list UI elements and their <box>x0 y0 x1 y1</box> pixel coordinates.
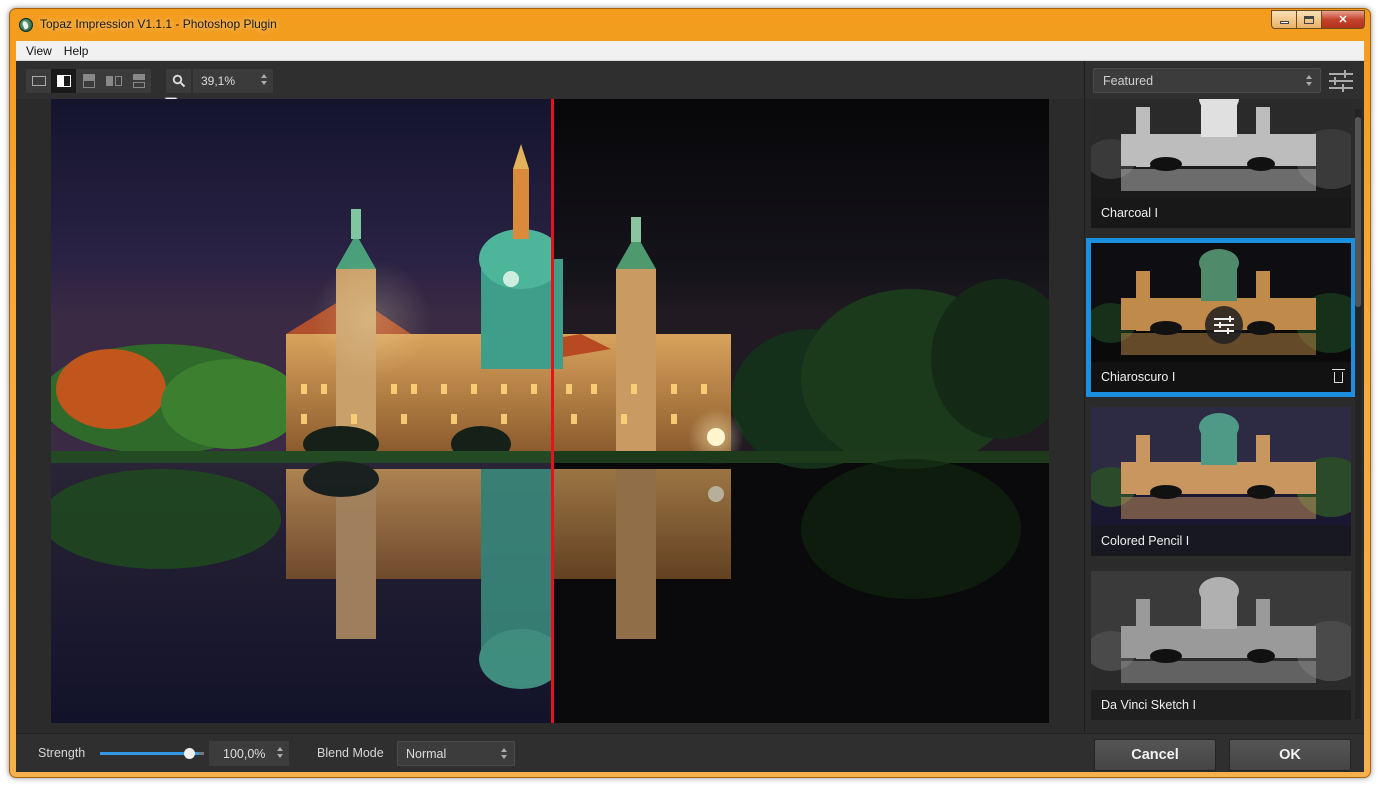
zoom-button[interactable] <box>166 69 191 93</box>
select-arrows-icon <box>1306 75 1312 86</box>
adjust-preset-icon[interactable] <box>1205 306 1243 344</box>
preset-card[interactable]: Chiaroscuro I <box>1086 238 1355 397</box>
single-view-icon <box>31 76 46 86</box>
blend-mode-select[interactable]: Normal <box>397 741 515 766</box>
window-controls: ✕ <box>1271 10 1365 29</box>
zoom-icon <box>172 74 185 88</box>
select-arrows-icon <box>501 748 507 759</box>
preset-scroll-thumb[interactable] <box>1355 117 1361 307</box>
side-by-side-icon <box>105 76 122 86</box>
strength-slider-rest[interactable] <box>199 752 204 755</box>
preset-category-value: Featured <box>1103 73 1154 88</box>
close-button[interactable]: ✕ <box>1322 10 1365 29</box>
preset-sidebar: Featured Charcoal I Chiaroscuro I Colored … <box>1084 61 1364 733</box>
preset-card[interactable]: Colored Pencil I <box>1091 407 1351 556</box>
topaz-logo-icon <box>19 18 33 32</box>
strength-label: Strength <box>38 746 86 760</box>
app-window: Topaz Impression V1.1.1 - Photoshop Plug… <box>9 8 1371 778</box>
preset-header: Featured <box>1085 61 1364 99</box>
menu-bar: View Help <box>16 41 1364 61</box>
strength-stepper-icon[interactable] <box>277 747 283 758</box>
preset-label: Charcoal I <box>1091 198 1351 228</box>
sliders-icon[interactable] <box>1328 70 1354 92</box>
stacked-view-icon <box>132 74 145 88</box>
zoom-value: 39,1% <box>201 74 236 88</box>
minimize-button[interactable] <box>1271 10 1297 29</box>
blend-mode-value: Normal <box>406 746 447 761</box>
preset-label: Colored Pencil I <box>1091 526 1351 556</box>
split-horizontal-icon <box>82 74 95 88</box>
menu-view[interactable]: View <box>20 41 58 61</box>
stacked-view-button[interactable] <box>126 69 151 93</box>
preset-list: Charcoal I Chiaroscuro I Colored Pencil I D… <box>1085 99 1355 723</box>
zoom-input[interactable]: 39,1% <box>193 69 273 93</box>
title-bar[interactable]: Topaz Impression V1.1.1 - Photoshop Plug… <box>10 9 1370 41</box>
strength-input[interactable]: 100,0% <box>209 741 289 766</box>
menu-help[interactable]: Help <box>58 41 95 61</box>
maximize-icon <box>1304 15 1314 24</box>
preset-label: Da Vinci Sketch I <box>1091 690 1351 720</box>
split-view-icon <box>56 75 71 87</box>
strength-slider-thumb[interactable] <box>184 748 195 759</box>
preview-toolbar: 39,1% <box>16 61 1084 119</box>
ok-button[interactable]: OK <box>1229 739 1351 771</box>
single-view-button[interactable] <box>26 69 51 93</box>
blend-mode-label: Blend Mode <box>317 746 384 760</box>
zoom-control: 39,1% <box>166 69 273 93</box>
split-view-button[interactable] <box>51 69 76 93</box>
trash-icon[interactable] <box>1332 369 1345 383</box>
preview-canvas <box>16 99 1084 733</box>
preview-image[interactable] <box>51 99 1049 723</box>
view-mode-group <box>26 69 151 93</box>
split-divider[interactable] <box>551 99 554 723</box>
castle-night-photo <box>51 99 1049 723</box>
client-area: View Help 39,1% Featured Charcoal I Chia… <box>16 41 1364 772</box>
maximize-button[interactable] <box>1297 10 1322 29</box>
preset-label: Chiaroscuro I <box>1091 362 1351 392</box>
cancel-button[interactable]: Cancel <box>1094 739 1216 771</box>
close-icon: ✕ <box>1338 14 1348 26</box>
window-title: Topaz Impression V1.1.1 - Photoshop Plug… <box>40 17 277 31</box>
preset-category-select[interactable]: Featured <box>1093 68 1321 93</box>
minimize-icon <box>1279 21 1289 24</box>
bottom-bar: Strength 100,0% Blend Mode Normal Cancel… <box>16 733 1364 772</box>
strength-value: 100,0% <box>223 746 266 761</box>
preset-card[interactable]: Da Vinci Sketch I <box>1091 571 1351 720</box>
split-horizontal-button[interactable] <box>76 69 101 93</box>
side-by-side-button[interactable] <box>101 69 126 93</box>
preset-card[interactable]: Charcoal I <box>1091 99 1351 228</box>
zoom-stepper-icon[interactable] <box>261 74 267 85</box>
